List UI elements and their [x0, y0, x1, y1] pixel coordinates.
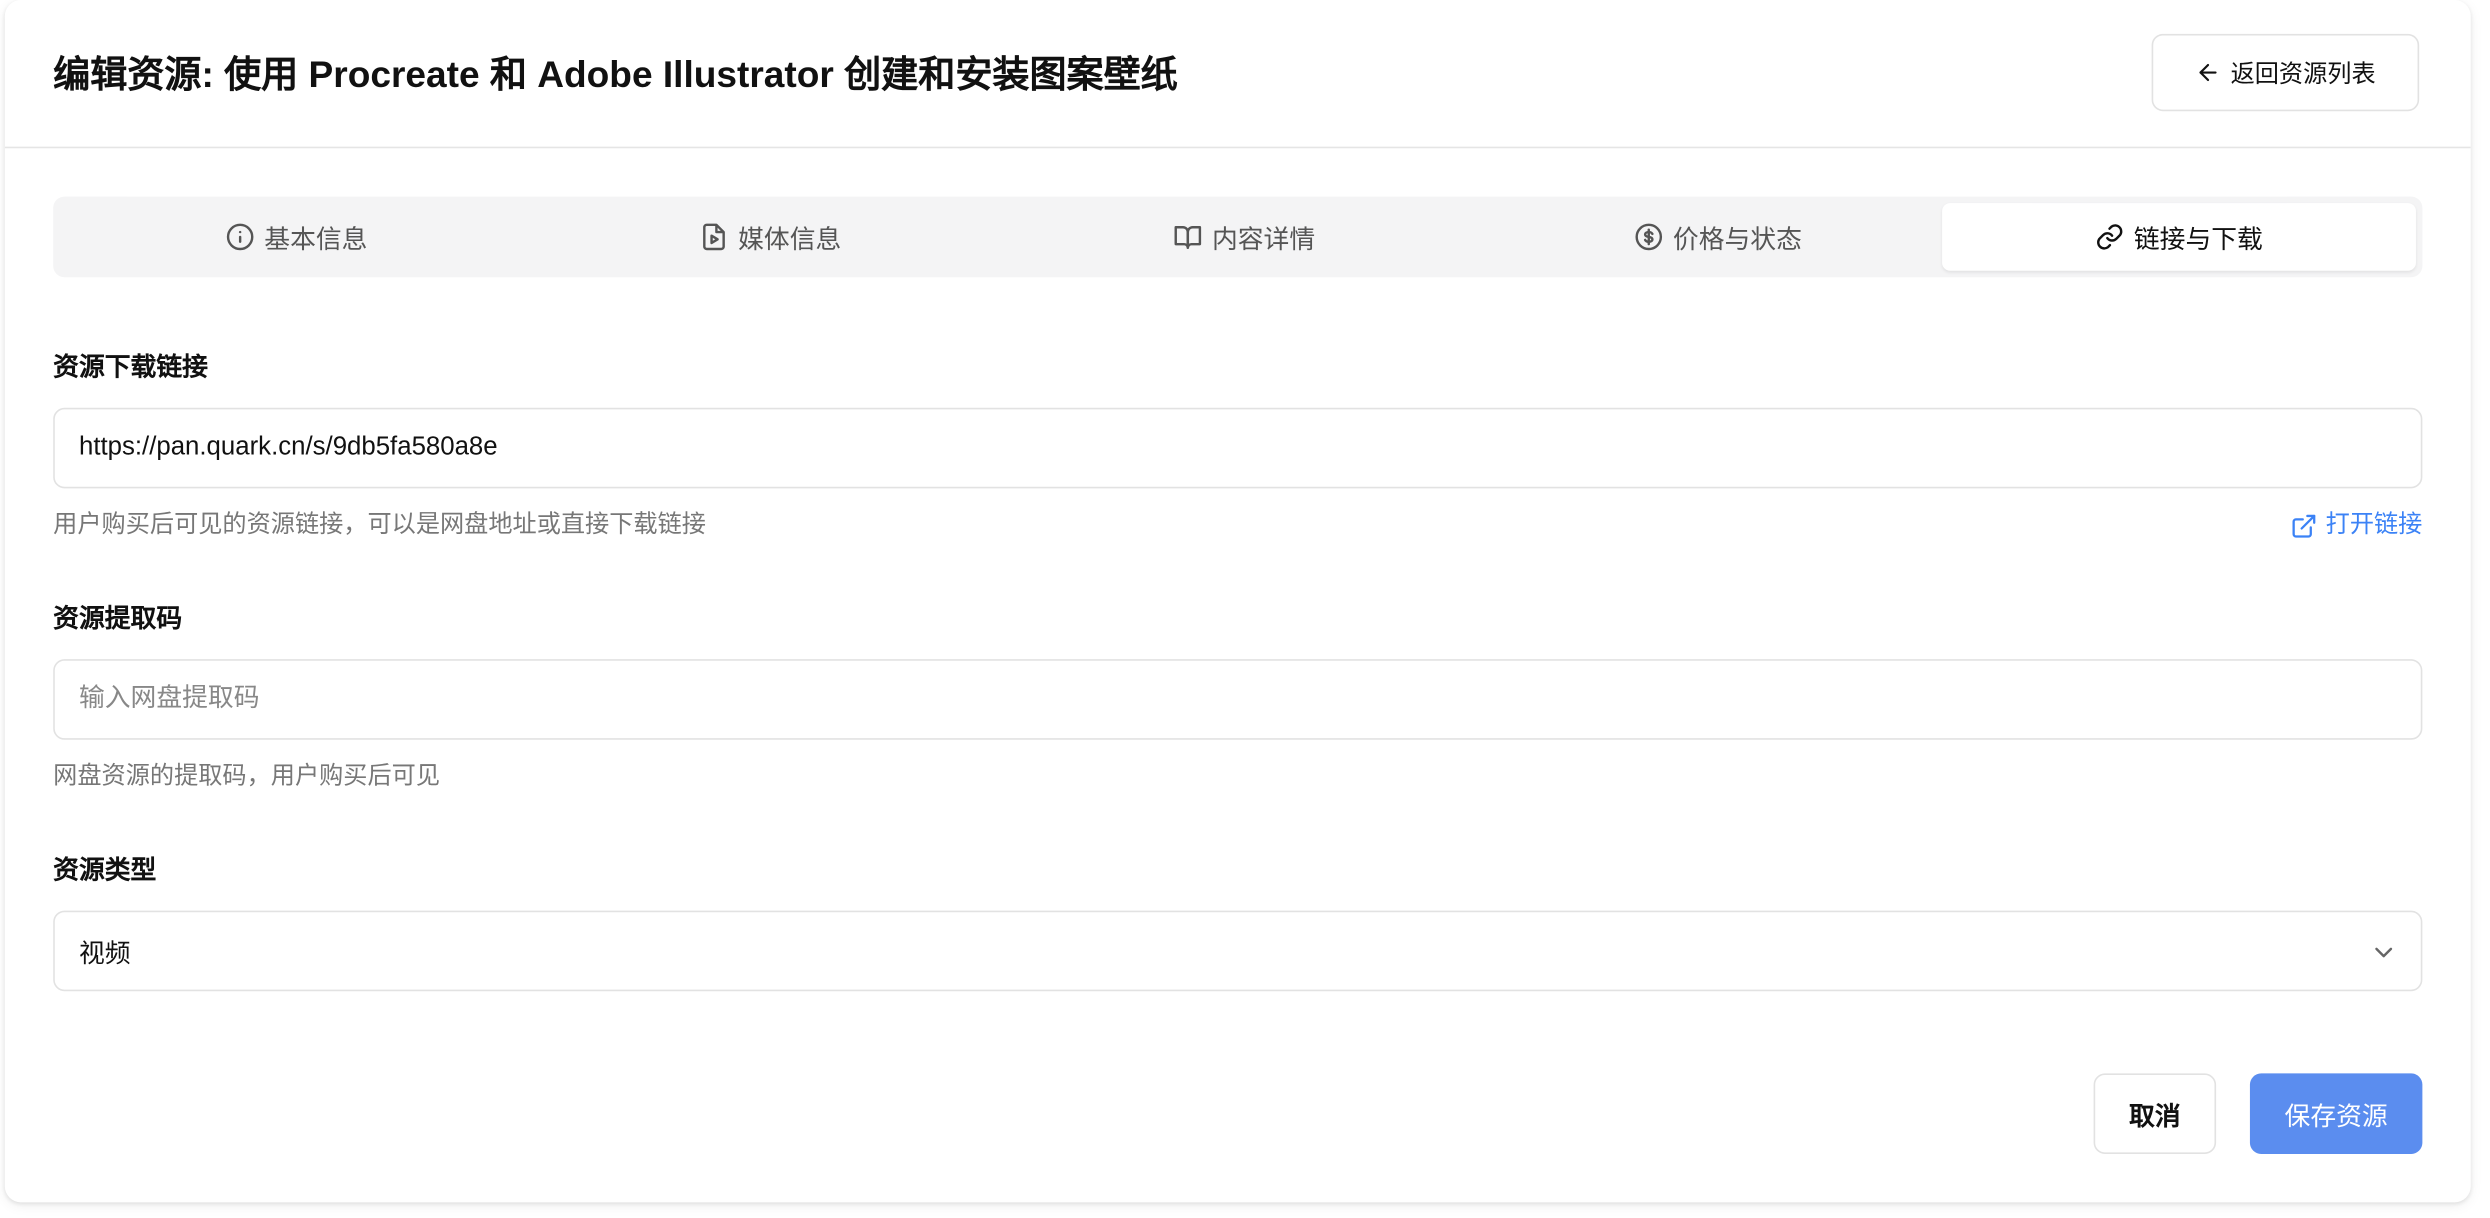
tab-bar: 基本信息 媒体信息 内容详情 价格与状态 链接与下载: [53, 196, 2423, 278]
extract-code-input[interactable]: [53, 659, 2423, 740]
tab-label: 价格与状态: [1672, 227, 1802, 255]
tab-link-download[interactable]: 链接与下载: [1942, 203, 2416, 271]
info-icon: [226, 223, 254, 251]
resource-type-select[interactable]: 视频: [53, 910, 2423, 992]
tab-basic-info[interactable]: 基本信息: [60, 203, 534, 271]
extract-code-label: 资源提取码: [53, 605, 183, 634]
save-resource-button[interactable]: 保存资源: [2249, 1073, 2423, 1154]
dollar-circle-icon: [1635, 223, 1663, 251]
tab-media-info[interactable]: 媒体信息: [533, 203, 1007, 271]
link-icon: [2097, 224, 2123, 250]
download-link-label: 资源下载链接: [53, 354, 208, 382]
tab-label: 基本信息: [264, 227, 368, 255]
download-link-input[interactable]: https://pan.quark.cn/s/9db5fa580a8e: [53, 407, 2423, 489]
page-title: 编辑资源: 使用 Procreate 和 Adobe Illustrator 创…: [53, 53, 1178, 96]
tab-label: 内容详情: [1211, 227, 1316, 255]
chevron-down-icon: [2375, 947, 2393, 958]
tab-label: 链接与下载: [2133, 227, 2263, 255]
tab-content-details[interactable]: 内容详情: [1007, 203, 1481, 271]
external-link-icon: [2292, 513, 2316, 537]
open-link-label: 打开链接: [2325, 510, 2423, 539]
file-video-icon: [703, 223, 725, 251]
back-button-label: 返回资源列表: [2230, 60, 2376, 88]
edit-resource-card: 编辑资源: 使用 Procreate 和 Adobe Illustrator 创…: [4, 0, 2471, 1203]
cancel-button[interactable]: 取消: [2093, 1073, 2217, 1154]
resource-type-selected: 视频: [78, 941, 131, 969]
open-link-button[interactable]: 打开链接: [2290, 508, 2422, 543]
download-link-help: 用户购买后可见的资源链接，可以是网盘地址或直接下载链接: [53, 510, 706, 539]
extract-code-help: 网盘资源的提取码，用户购买后可见: [53, 762, 441, 790]
tab-label: 媒体信息: [738, 227, 842, 255]
page-header: 编辑资源: 使用 Procreate 和 Adobe Illustrator 创…: [4, 0, 2471, 149]
book-open-icon: [1174, 226, 1202, 250]
tab-price-status[interactable]: 价格与状态: [1481, 203, 1955, 271]
arrow-left-icon: [2199, 63, 2217, 82]
back-to-list-button[interactable]: 返回资源列表: [2151, 33, 2420, 112]
resource-type-label: 资源类型: [53, 857, 157, 885]
